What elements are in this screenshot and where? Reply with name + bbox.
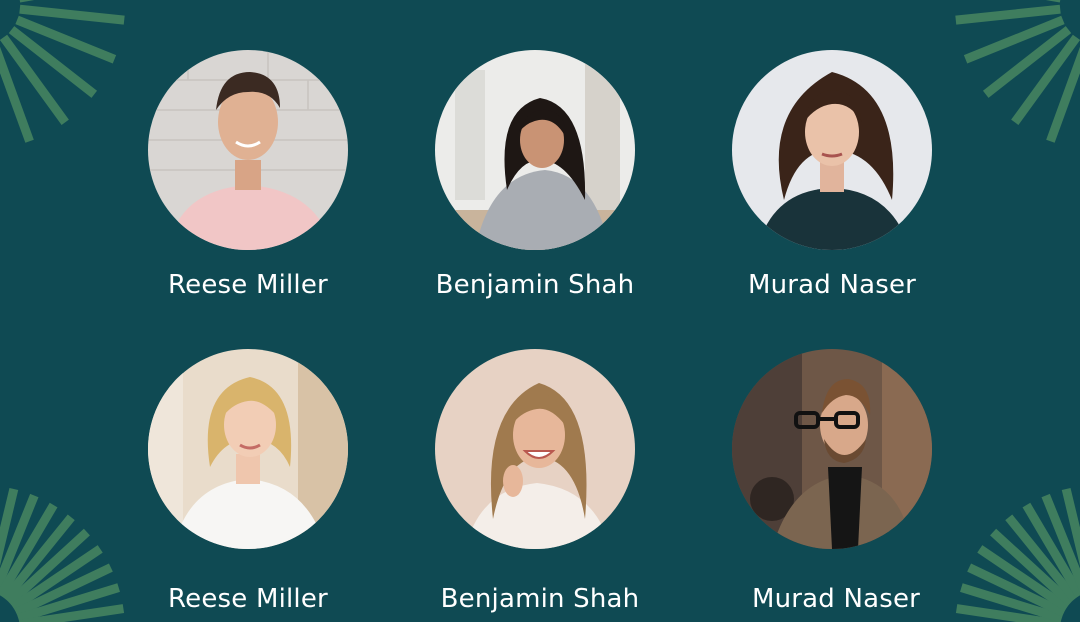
member-name: Murad Naser xyxy=(751,584,921,614)
avatar xyxy=(148,349,348,549)
team-grid-canvas: Reese Miller Benjamin Shah Murad Naser R… xyxy=(0,0,1080,622)
avatar xyxy=(435,50,635,250)
avatar xyxy=(148,50,348,250)
member-name: Reese Miller xyxy=(168,584,328,614)
sunburst-icon xyxy=(0,0,125,143)
sunburst-icon xyxy=(955,0,1080,143)
avatar xyxy=(732,50,932,250)
member-name: Benjamin Shah xyxy=(435,270,635,300)
member-name: Reese Miller xyxy=(168,270,328,300)
avatar xyxy=(435,349,635,549)
member-name: Murad Naser xyxy=(747,270,917,300)
member-name: Benjamin Shah xyxy=(440,584,640,614)
avatar xyxy=(732,349,932,549)
